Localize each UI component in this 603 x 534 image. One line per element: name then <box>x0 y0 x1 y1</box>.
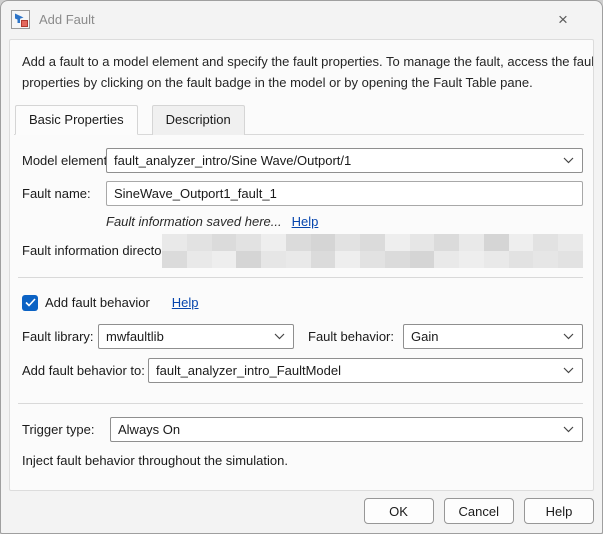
checkbox-check-icon <box>25 298 36 307</box>
chevron-down-icon <box>274 333 285 340</box>
fault-behavior-combobox[interactable]: Gain <box>403 324 583 349</box>
model-element-label: Model element: <box>22 153 106 168</box>
chevron-down-icon <box>563 333 574 340</box>
fault-behavior-label: Fault behavior: <box>308 329 394 344</box>
add-fault-behavior-to-combobox[interactable]: fault_analyzer_intro_FaultModel <box>148 358 583 383</box>
section-divider <box>18 403 583 404</box>
fault-name-label: Fault name: <box>22 186 106 201</box>
tab-strip: Basic Properties Description <box>14 105 584 135</box>
add-fault-behavior-checkbox[interactable] <box>22 295 38 311</box>
fault-name-input[interactable] <box>106 181 583 206</box>
tab-basic-properties[interactable]: Basic Properties <box>15 105 138 135</box>
fault-library-label: Fault library: <box>22 329 98 344</box>
fault-info-note-text: Fault information saved here... <box>106 214 282 229</box>
fault-library-row: Fault library: mwfaultlib Fault behavior… <box>22 324 583 349</box>
add-fault-behavior-to-row: Add fault behavior to: fault_analyzer_in… <box>22 358 583 383</box>
trigger-type-label: Trigger type: <box>22 422 110 437</box>
chevron-down-icon <box>563 367 574 374</box>
add-fault-behavior-to-label: Add fault behavior to: <box>22 363 148 378</box>
fault-behavior-value: Gain <box>411 329 555 344</box>
footer: OK Cancel Help <box>1 489 602 533</box>
cancel-button[interactable]: Cancel <box>444 498 514 524</box>
add-fault-behavior-help-link[interactable]: Help <box>172 295 199 310</box>
trigger-type-value: Always On <box>118 422 555 437</box>
ok-button[interactable]: OK <box>364 498 434 524</box>
help-button[interactable]: Help <box>524 498 594 524</box>
intro-text: Add a fault to a model element and speci… <box>22 52 594 94</box>
section-divider <box>18 277 583 278</box>
tab-description[interactable]: Description <box>152 105 245 135</box>
fault-info-note: Fault information saved here... Help <box>106 214 584 229</box>
title-bar: Add Fault × <box>1 1 602 38</box>
model-element-combobox[interactable]: fault_analyzer_intro/Sine Wave/Outport/1 <box>106 148 583 173</box>
close-icon[interactable]: × <box>548 8 578 32</box>
fault-info-directory-label: Fault information directory: <box>22 234 162 258</box>
window-title: Add Fault <box>39 12 95 27</box>
add-fault-behavior-to-value: fault_analyzer_intro_FaultModel <box>156 363 555 378</box>
trigger-type-combobox[interactable]: Always On <box>110 417 583 442</box>
add-fault-badge-icon <box>11 10 30 29</box>
chevron-down-icon <box>563 157 574 164</box>
model-element-value: fault_analyzer_intro/Sine Wave/Outport/1 <box>114 153 555 168</box>
fault-library-value: mwfaultlib <box>106 329 266 344</box>
fault-info-directory-row: Fault information directory: <box>22 234 583 268</box>
model-element-row: Model element: fault_analyzer_intro/Sine… <box>22 148 583 173</box>
fault-info-help-link[interactable]: Help <box>292 214 319 229</box>
add-fault-behavior-row: Add fault behavior Help <box>22 295 583 311</box>
chevron-down-icon <box>563 426 574 433</box>
fault-name-row: Fault name: <box>22 181 583 206</box>
fault-library-combobox[interactable]: mwfaultlib <box>98 324 294 349</box>
content-panel: Add a fault to a model element and speci… <box>9 39 594 491</box>
trigger-description: Inject fault behavior throughout the sim… <box>22 453 584 468</box>
redacted-directory-value <box>162 234 583 268</box>
add-fault-dialog: Add Fault × Add a fault to a model eleme… <box>0 0 603 534</box>
trigger-type-row: Trigger type: Always On <box>22 417 583 442</box>
add-fault-behavior-label: Add fault behavior <box>45 295 150 310</box>
